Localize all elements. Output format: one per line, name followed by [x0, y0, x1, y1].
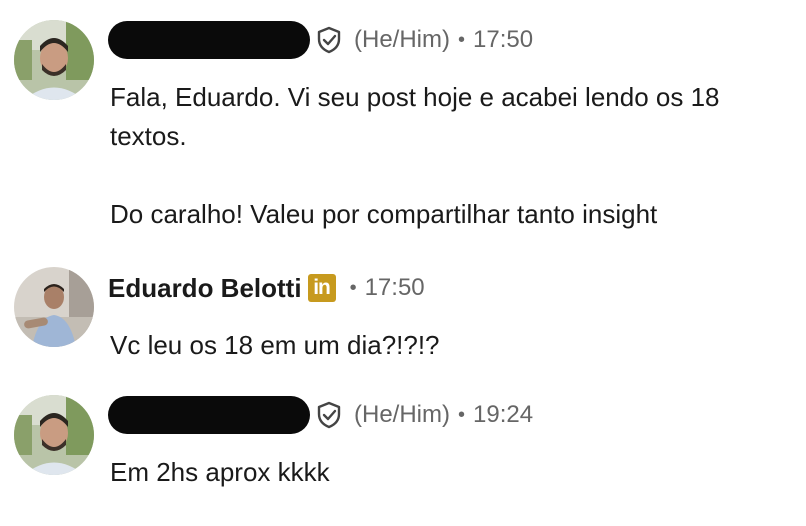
- avatar-photo: [14, 20, 94, 100]
- pronouns: (He/Him): [354, 26, 450, 53]
- pronouns: (He/Him): [354, 401, 450, 428]
- message-header: (He/Him) • 19:24: [108, 395, 533, 435]
- message-line: [110, 156, 720, 195]
- message-body: Fala, Eduardo. Vi seu post hoje e acabei…: [110, 78, 720, 234]
- message-body: Vc leu os 18 em um dia?!?!?: [110, 326, 440, 365]
- timestamp: 17:50: [364, 274, 425, 301]
- shield-check-icon[interactable]: [314, 400, 344, 430]
- avatar-photo: [14, 395, 94, 475]
- message-line: Em 2hs aprox kkkk: [110, 457, 330, 487]
- redacted-name: [108, 21, 310, 59]
- message-line: Do caralho! Valeu por compartilhar tanto…: [110, 199, 658, 229]
- separator-dot: •: [458, 403, 466, 426]
- separator-dot: •: [349, 276, 357, 299]
- message-line: Fala, Eduardo. Vi seu post hoje e acabei…: [110, 82, 720, 112]
- shield-check-icon[interactable]: [314, 25, 344, 55]
- message-body: Em 2hs aprox kkkk: [110, 453, 330, 492]
- sender-name[interactable]: Eduardo Belotti: [108, 273, 302, 304]
- message-line: Vc leu os 18 em um dia?!?!?: [110, 330, 440, 360]
- message-header: Eduardo Belotti in • 17:50: [108, 268, 425, 308]
- timestamp: 19:24: [473, 401, 534, 428]
- linkedin-icon-text: in: [313, 276, 331, 299]
- avatar[interactable]: [14, 267, 94, 347]
- message-header: (He/Him) • 17:50: [108, 20, 533, 60]
- avatar[interactable]: [14, 395, 94, 475]
- message-line: textos.: [110, 121, 187, 151]
- linkedin-icon: in: [307, 274, 336, 302]
- avatar[interactable]: [14, 20, 94, 100]
- timestamp: 17:50: [473, 26, 534, 53]
- separator-dot: •: [458, 28, 466, 51]
- redacted-name: [108, 396, 310, 434]
- avatar-photo: [14, 267, 94, 347]
